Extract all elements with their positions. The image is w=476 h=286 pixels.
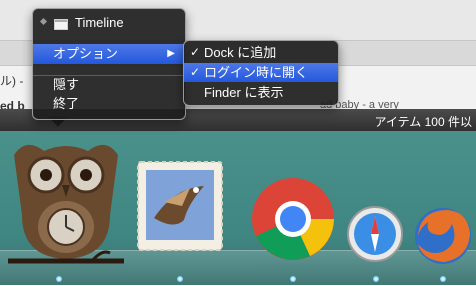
submenu-item-keep-in-dock[interactable]: ✓ Dock に追加 bbox=[184, 43, 338, 62]
submenu-arrow-icon: ▶ bbox=[167, 48, 175, 59]
dock-context-menu: Timeline オプション ▶ 隠す 終了 bbox=[32, 8, 186, 120]
submenu-item-label: ログイン時に開く bbox=[204, 65, 309, 80]
submenu-item-label: Dock に追加 bbox=[204, 45, 277, 60]
firefox-icon[interactable] bbox=[410, 204, 476, 268]
menu-item-timeline[interactable]: Timeline bbox=[33, 13, 185, 33]
safari-icon[interactable] bbox=[346, 204, 404, 264]
diamond-icon bbox=[39, 17, 48, 26]
menu-item-hide[interactable]: 隠す bbox=[33, 75, 185, 95]
items-count-label: アイテム 100 件以 bbox=[374, 115, 473, 129]
menu-item-options[interactable]: オプション ▶ bbox=[33, 44, 185, 64]
owl-timeline-icon[interactable] bbox=[6, 135, 126, 270]
running-indicator bbox=[440, 276, 446, 282]
menu-item-label: 隠す bbox=[53, 77, 80, 92]
window-icon bbox=[54, 19, 68, 30]
submenu-item-open-at-login[interactable]: ✓ ログイン時に開く bbox=[184, 63, 338, 82]
mail-icon[interactable] bbox=[134, 158, 226, 254]
submenu-item-show-in-finder[interactable]: Finder に表示 bbox=[184, 83, 338, 102]
options-submenu: ✓ Dock に追加 ✓ ログイン時に開く Finder に表示 bbox=[183, 40, 339, 106]
chrome-icon[interactable] bbox=[250, 176, 336, 262]
running-indicator bbox=[177, 276, 183, 282]
submenu-item-label: Finder に表示 bbox=[204, 85, 284, 100]
background-text-line: ル) - bbox=[0, 74, 24, 88]
checkmark-icon: ✓ bbox=[190, 65, 201, 79]
menu-item-label: Timeline bbox=[75, 15, 124, 30]
menu-item-label: 終了 bbox=[53, 96, 80, 111]
running-indicator bbox=[290, 276, 296, 282]
running-indicator bbox=[56, 276, 62, 282]
menu-item-quit[interactable]: 終了 bbox=[33, 94, 185, 114]
checkmark-icon: ✓ bbox=[190, 45, 201, 59]
menu-item-label: オプション bbox=[53, 46, 119, 61]
running-indicator bbox=[373, 276, 379, 282]
